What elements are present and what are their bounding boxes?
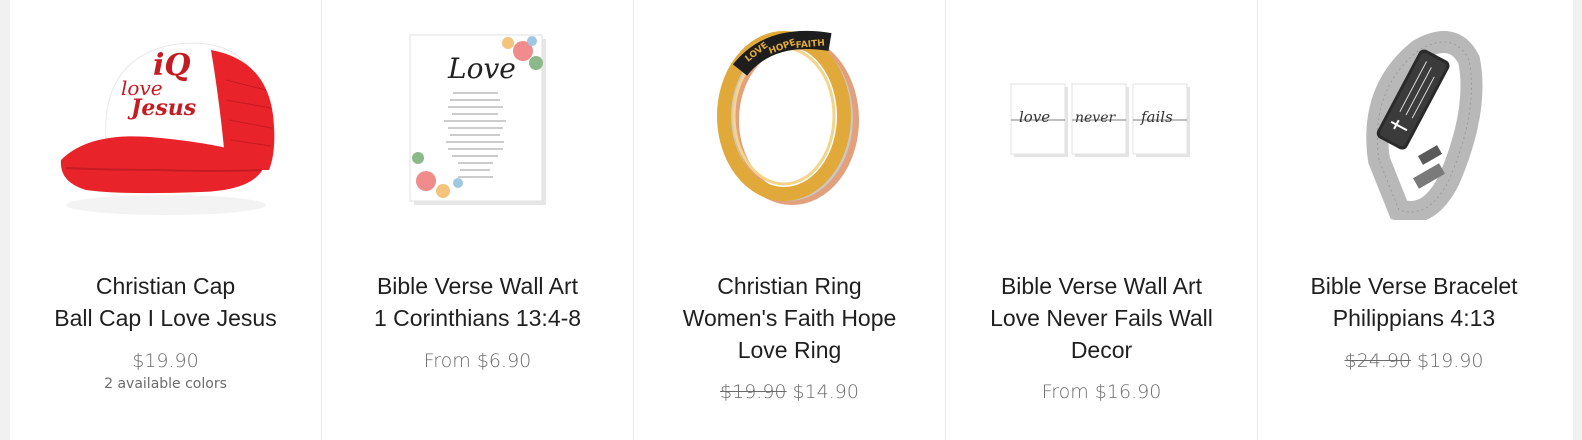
product-title-line2[interactable]: Philippians 4:13 xyxy=(1278,302,1550,334)
svg-text:Jesus: Jesus xyxy=(127,95,196,121)
product-image[interactable] xyxy=(1258,10,1570,230)
price-current: $19.90 xyxy=(1417,350,1484,372)
product-title-line2[interactable]: Women's Faith Hope xyxy=(654,302,925,334)
ring-icon: LOVE HOPE FAITH xyxy=(716,30,859,205)
product-card-love-never-fails[interactable]: love never fails Bible Verse Wall Art Lo… xyxy=(946,0,1258,440)
price-current: From $6.90 xyxy=(423,350,532,372)
product-title-line1[interactable]: Bible Verse Wall Art xyxy=(342,270,613,302)
price-compare: $19.90 xyxy=(720,381,787,403)
product-title[interactable]: Christian Cap Ball Cap I Love Jesus xyxy=(30,270,301,334)
love-script: love xyxy=(1019,108,1050,126)
product-card-cap[interactable]: iQ love Jesus Christian Cap Ball Cap I L… xyxy=(10,0,322,440)
product-price: $24.90 $19.90 xyxy=(1258,350,1570,372)
price-current: $14.90 xyxy=(792,381,859,403)
product-card-ring[interactable]: LOVE HOPE FAITH Christian Ring Women's F… xyxy=(634,0,946,440)
product-price: $19.90 xyxy=(10,350,321,372)
product-image[interactable]: Love xyxy=(322,10,633,230)
price-current: From $16.90 xyxy=(1041,381,1162,403)
price-current: $19.90 xyxy=(132,350,199,372)
product-title-line1[interactable]: Bible Verse Wall Art xyxy=(966,270,1237,302)
bracelet-icon xyxy=(1366,31,1483,220)
product-title-line1[interactable]: Christian Cap xyxy=(30,270,301,302)
product-image[interactable]: LOVE HOPE FAITH xyxy=(634,10,945,230)
product-title-line3[interactable]: Love Ring xyxy=(654,334,925,366)
product-title-line2[interactable]: Love Never Fails Wall xyxy=(966,302,1237,334)
product-title[interactable]: Christian Ring Women's Faith Hope Love R… xyxy=(654,270,925,366)
product-title[interactable]: Bible Verse Wall Art Love Never Fails Wa… xyxy=(966,270,1237,366)
price-compare: $24.90 xyxy=(1344,350,1411,372)
product-card-bracelet[interactable]: Bible Verse Bracelet Philippians 4:13 $2… xyxy=(1258,0,1570,440)
product-grid: iQ love Jesus Christian Cap Ball Cap I L… xyxy=(10,0,1573,440)
product-title-line1[interactable]: Bible Verse Bracelet xyxy=(1278,270,1550,302)
product-title-line3[interactable]: Decor xyxy=(966,334,1237,366)
product-title[interactable]: Bible Verse Wall Art 1 Corinthians 13:4-… xyxy=(342,270,613,334)
product-price: From $6.90 xyxy=(322,350,633,372)
product-price: $19.90 $14.90 xyxy=(634,381,945,403)
product-title-line2[interactable]: 1 Corinthians 13:4-8 xyxy=(342,302,613,334)
fails-script: fails xyxy=(1140,108,1173,126)
product-title-line2[interactable]: Ball Cap I Love Jesus xyxy=(30,302,301,334)
wall-art-set-icon: love never fails xyxy=(1010,83,1190,157)
product-title[interactable]: Bible Verse Bracelet Philippians 4:13 xyxy=(1278,270,1550,334)
variants-note: 2 available colors xyxy=(104,376,227,392)
product-image[interactable]: love never fails xyxy=(946,10,1257,230)
wall-art-icon: Love xyxy=(409,34,546,205)
product-image[interactable]: iQ love Jesus xyxy=(10,10,321,230)
product-card-love-wall-art[interactable]: Love Bible Verse Wall Art 1 Corinthians … xyxy=(322,0,634,440)
cap-icon: iQ love Jesus xyxy=(60,42,274,215)
svg-text:Love: Love xyxy=(447,52,516,85)
product-title-line1[interactable]: Christian Ring xyxy=(654,270,925,302)
product-price: From $16.90 xyxy=(946,381,1257,403)
never-script: never xyxy=(1075,110,1116,126)
